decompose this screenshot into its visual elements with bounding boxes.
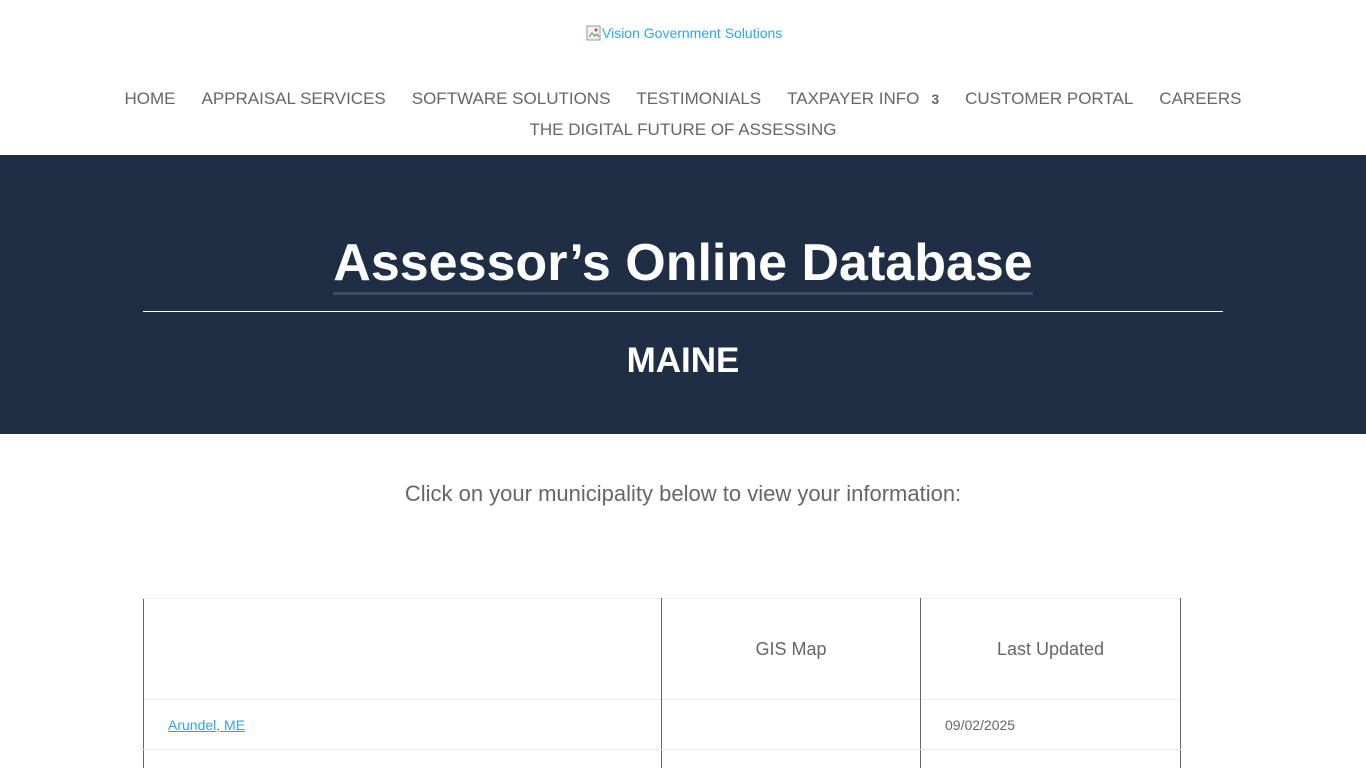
hero-banner: Assessor’s Online Database MAINE: [0, 155, 1366, 434]
dropdown-caret-icon: 3: [931, 91, 940, 107]
broken-image-icon: [586, 25, 601, 41]
nav-item-appraisal-services[interactable]: APPRAISAL SERVICES: [189, 89, 399, 109]
table-row: [143, 749, 1181, 768]
nav-item-taxpayer-info[interactable]: TAXPAYER INFO 3: [774, 89, 952, 109]
banner-divider: [143, 311, 1223, 312]
nav-item-home[interactable]: HOME: [112, 89, 189, 109]
table-row: Arundel, ME 09/02/2025: [143, 699, 1181, 750]
logo-alt-text: Vision Government Solutions: [602, 25, 783, 41]
municipality-cell: Arundel, ME: [143, 699, 662, 750]
page: Vision Government Solutions HOME APPRAIS…: [0, 0, 1366, 768]
site-logo-link[interactable]: Vision Government Solutions: [586, 24, 782, 42]
nav-item-software-solutions[interactable]: SOFTWARE SOLUTIONS: [399, 89, 624, 109]
main-nav-row-2: THE DIGITAL FUTURE OF ASSESSING: [0, 120, 1366, 140]
nav-item-digital-future[interactable]: THE DIGITAL FUTURE OF ASSESSING: [517, 120, 850, 140]
municipality-table: GIS Map Last Updated Arundel, ME 09/02/2…: [143, 598, 1181, 768]
nav-item-customer-portal[interactable]: CUSTOMER PORTAL: [952, 89, 1146, 109]
municipality-link-arundel[interactable]: Arundel, ME: [168, 717, 245, 733]
table-header-row: GIS Map Last Updated: [143, 598, 1181, 700]
state-title: MAINE: [626, 341, 740, 380]
gis-map-cell: [661, 699, 921, 750]
nav-item-careers[interactable]: CAREERS: [1146, 89, 1254, 109]
page-title: Assessor’s Online Database: [0, 233, 1366, 295]
municipality-cell: [143, 749, 662, 768]
main-nav-row-1: HOME APPRAISAL SERVICES SOFTWARE SOLUTIO…: [0, 89, 1366, 109]
site-header: Vision Government Solutions HOME APPRAIS…: [0, 0, 1366, 155]
column-header-municipality: [143, 598, 662, 700]
last-updated-cell: 09/02/2025: [920, 699, 1181, 750]
column-header-gis-map: GIS Map: [661, 598, 921, 700]
column-header-last-updated: Last Updated: [920, 598, 1181, 700]
gis-map-cell: [661, 749, 921, 768]
nav-item-testimonials[interactable]: TESTIMONIALS: [623, 89, 774, 109]
instruction-text: Click on your municipality below to view…: [404, 481, 962, 506]
last-updated-cell: [920, 749, 1181, 768]
